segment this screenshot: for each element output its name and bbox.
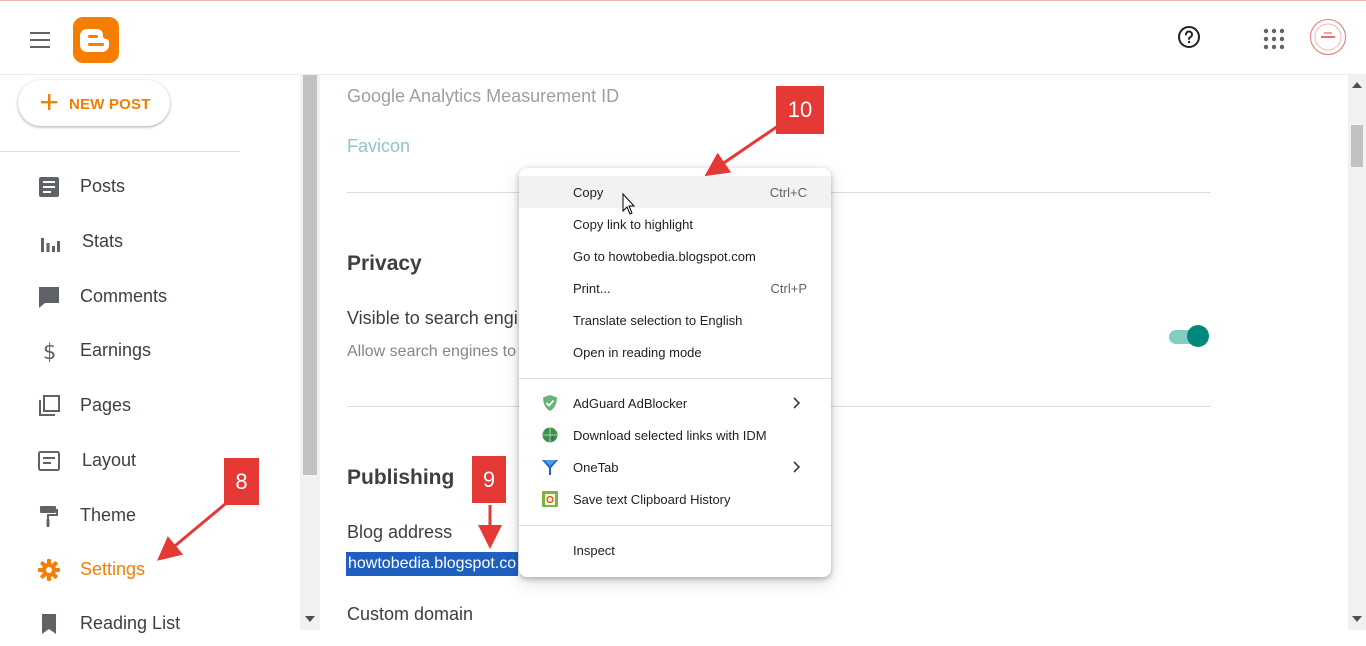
sidebar-item-posts[interactable]: Posts [0,165,300,209]
page-scrollbar[interactable] [1348,75,1366,630]
sidebar-scrollbar-thumb[interactable] [303,75,317,475]
menu-item-label: Copy link to highlight [573,217,693,232]
sidebar: NEW POST Posts Stats Comments $ Earnings… [0,75,300,634]
blog-address-label: Blog address [347,522,453,542]
context-menu-inspect[interactable]: Inspect [519,534,831,566]
account-avatar[interactable] [1310,19,1346,55]
blog-address-value[interactable]: howtobedia.blogspot.co [346,552,519,576]
menu-item-shortcut: Ctrl+P [770,281,807,296]
onetab-funnel-icon [542,460,558,475]
layout-icon [38,451,60,471]
context-menu-print[interactable]: Print... Ctrl+P [519,272,831,304]
idm-globe-icon [542,427,558,443]
plus-icon [41,94,57,110]
visible-to-search-description: Allow search engines to [347,343,516,360]
step-9-callout: 9 [472,456,506,503]
sidebar-item-label: Pages [80,395,132,415]
sidebar-item-label: Settings [80,559,146,579]
menu-separator [519,378,831,379]
step-8-callout: 8 [224,458,259,505]
menu-item-label: OneTab [573,460,619,475]
clipboard-history-icon [542,491,558,507]
help-icon[interactable] [1177,25,1201,49]
visible-to-search-label: Visible to search engi [347,308,518,328]
context-menu-copy-link-to-highlight[interactable]: Copy link to highlight [519,208,831,240]
pages-icon [39,395,60,416]
context-menu-idm[interactable]: Download selected links with IDM [519,419,831,451]
comments-icon [39,287,59,308]
analytics-id-label[interactable]: Google Analytics Measurement ID [347,86,619,107]
privacy-heading: Privacy [347,252,422,275]
adguard-shield-icon [543,395,557,411]
menu-item-label: Copy [573,185,604,200]
search-visibility-toggle[interactable] [1169,325,1209,347]
apps-grid-icon[interactable] [1263,28,1285,50]
menu-item-label: Go to howtobedia.blogspot.com [573,249,756,264]
sidebar-item-label: Stats [82,231,124,251]
paint-roller-icon [40,506,58,527]
settings-content: Google Analytics Measurement ID Favicon … [320,75,1348,630]
submenu-chevron-icon [793,397,801,409]
menu-item-label: Download selected links with IDM [573,428,767,443]
posts-icon [39,177,59,197]
menu-item-label: Translate selection to English [573,313,743,328]
scroll-down-arrow-icon[interactable] [305,616,315,622]
scroll-up-arrow-icon[interactable] [1352,82,1362,88]
new-post-button[interactable]: NEW POST [18,80,170,126]
menu-item-shortcut: Ctrl+C [769,185,807,200]
sidebar-item-reading-list[interactable]: Reading List [0,602,300,646]
sidebar-item-label: Reading List [80,613,181,633]
context-menu-translate[interactable]: Translate selection to English [519,304,831,336]
new-post-label: NEW POST [69,96,151,113]
menu-item-label: Print... [573,281,611,296]
scroll-down-arrow-icon[interactable] [1352,616,1362,622]
sidebar-item-label: Comments [80,286,168,306]
context-menu: Copy Ctrl+C Copy link to highlight Go to… [519,168,831,577]
sidebar-item-stats[interactable]: Stats [0,220,300,264]
context-menu-clipboard-history[interactable]: Save text Clipboard History [519,483,831,515]
menu-item-label: Save text Clipboard History [573,492,731,507]
dollar-icon: $ [43,340,56,363]
sidebar-item-label: Earnings [80,340,152,360]
sidebar-item-label: Layout [82,450,137,470]
favicon-link[interactable]: Favicon [347,136,410,157]
sidebar-item-earnings[interactable]: $ Earnings [0,329,300,373]
hamburger-menu-icon[interactable] [28,31,52,49]
sidebar-item-label: Posts [80,176,126,196]
context-menu-onetab[interactable]: OneTab [519,451,831,483]
gear-icon [38,559,60,581]
blogger-logo[interactable] [73,17,119,63]
context-menu-go-to-url[interactable]: Go to howtobedia.blogspot.com [519,240,831,272]
bookmark-icon [42,614,56,634]
context-menu-reading-mode[interactable]: Open in reading mode [519,336,831,368]
sidebar-item-pages[interactable]: Pages [0,384,300,428]
sidebar-item-label: Theme [80,505,137,525]
menu-item-label: AdGuard AdBlocker [573,396,688,411]
publishing-heading: Publishing [347,466,455,489]
submenu-chevron-icon [793,461,801,473]
menu-separator [519,525,831,526]
menu-item-label: Open in reading mode [573,345,702,360]
page-scrollbar-thumb[interactable] [1351,125,1363,167]
app-header [0,1,1366,75]
sidebar-divider [0,151,240,152]
context-menu-adguard[interactable]: AdGuard AdBlocker [519,387,831,419]
stats-icon [41,238,60,252]
sidebar-scrollbar[interactable] [300,75,320,630]
sidebar-item-comments[interactable]: Comments [0,275,300,319]
context-menu-copy[interactable]: Copy Ctrl+C [519,176,831,208]
custom-domain-label[interactable]: Custom domain [347,604,473,625]
svg-text:$: $ [43,340,56,363]
step-10-callout: 10 [776,86,824,134]
toggle-knob [1187,325,1209,347]
sidebar-item-settings[interactable]: Settings [0,548,300,592]
menu-item-label: Inspect [573,543,615,558]
